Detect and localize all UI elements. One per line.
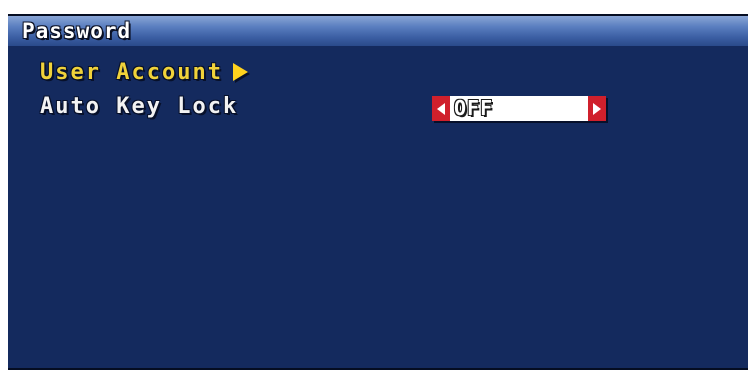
increase-button[interactable] xyxy=(588,96,606,121)
auto-key-lock-value-field: OFF xyxy=(450,96,588,121)
menu-item-user-account[interactable]: User Account xyxy=(40,60,248,85)
osd-screen: Password User Account Auto Key Lock OFF xyxy=(8,14,748,370)
auto-key-lock-spinner[interactable]: OFF xyxy=(432,96,606,121)
menu-item-auto-key-lock[interactable]: Auto Key Lock xyxy=(40,94,238,119)
arrow-right-icon xyxy=(593,102,601,115)
decrease-button[interactable] xyxy=(432,96,450,121)
menu-item-label: User Account xyxy=(40,60,223,85)
menu-item-label: Auto Key Lock xyxy=(40,94,239,119)
auto-key-lock-value: OFF xyxy=(454,96,494,120)
submenu-arrow-icon xyxy=(232,63,248,81)
window-title: Password xyxy=(22,19,132,43)
title-bar: Password xyxy=(8,16,748,46)
arrow-left-icon xyxy=(437,102,445,115)
